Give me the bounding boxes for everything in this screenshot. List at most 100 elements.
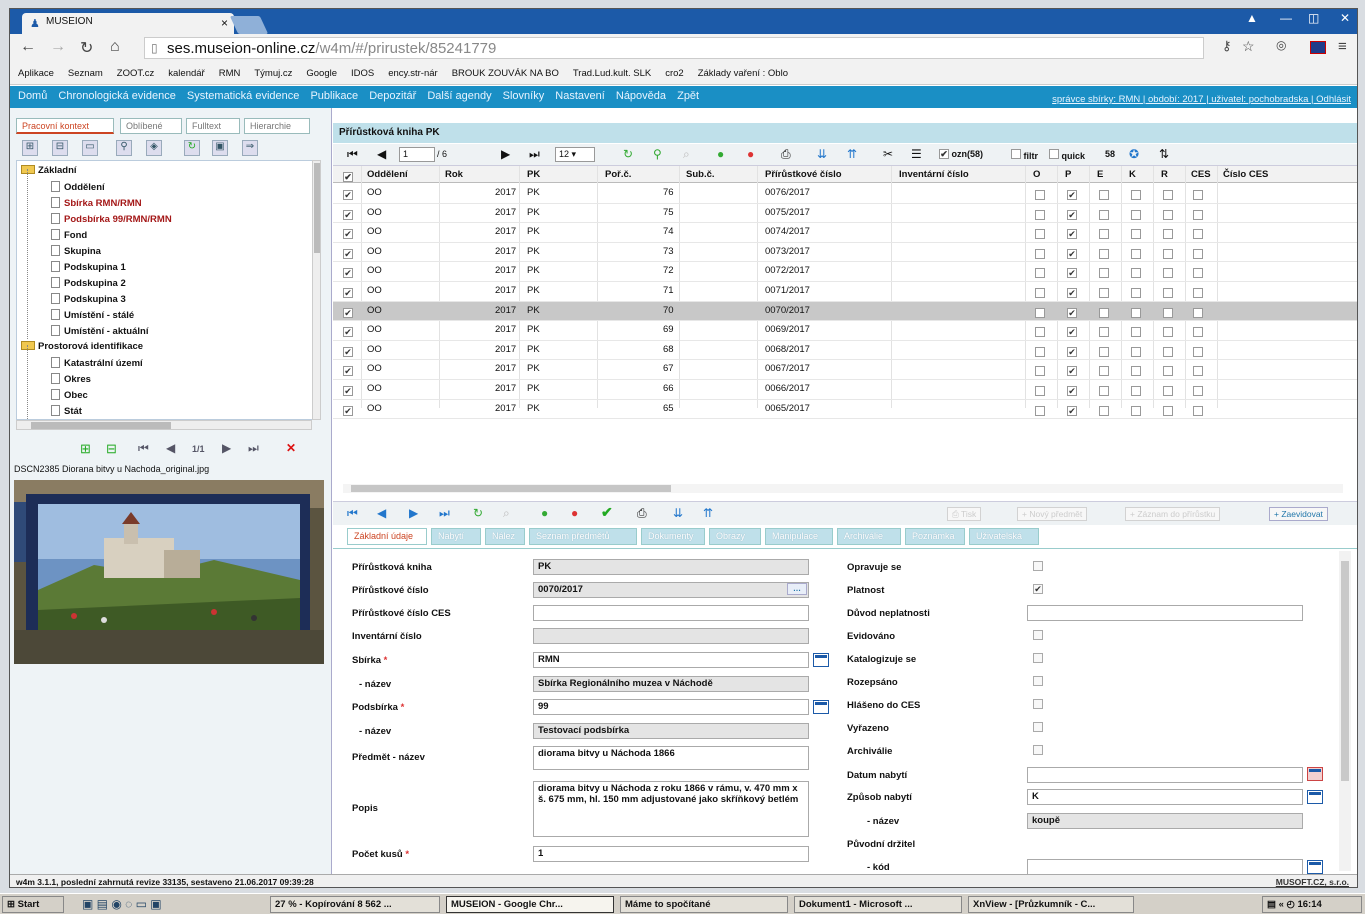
next-page-icon[interactable]: ▶: [501, 147, 510, 161]
delete-image-icon[interactable]: ✕: [286, 441, 296, 455]
tree-node[interactable]: Fond: [51, 229, 87, 241]
tree-node[interactable]: Podsbírka 99/RMN/RMN: [51, 213, 172, 225]
col-oddeleni[interactable]: Oddělení: [367, 169, 408, 180]
form-field[interactable]: Testovací podsbírka: [533, 723, 809, 739]
bookmark-item[interactable]: Seznam: [68, 63, 103, 79]
collapse-icon[interactable]: ⊟: [52, 140, 68, 156]
table-row[interactable]: OO 2017 PK 69 0069/2017: [333, 321, 1357, 341]
taskbar-item-folder[interactable]: Máme to spočítané: [620, 896, 788, 913]
col-o[interactable]: O: [1033, 169, 1040, 180]
form-field[interactable]: [1027, 767, 1303, 783]
menu-item-slovniky[interactable]: Slovníky: [503, 86, 545, 102]
ozn-checkbox[interactable]: [939, 149, 949, 159]
table-row[interactable]: OO 2017 PK 65 0065/2017: [333, 400, 1357, 420]
tree-node[interactable]: Obec: [51, 389, 88, 401]
tree-node[interactable]: Skupina: [51, 245, 101, 257]
maximize-icon[interactable]: ◫: [1308, 11, 1319, 25]
zpusob-picker-icon[interactable]: [1307, 790, 1323, 804]
columns-icon[interactable]: ☰: [911, 147, 922, 161]
menu-item-chronologicka[interactable]: Chronologická evidence: [58, 86, 175, 102]
table-row[interactable]: OO 2017 PK 66 0066/2017: [333, 380, 1357, 400]
menu-icon[interactable]: ≡: [1338, 38, 1347, 55]
profile-icon[interactable]: ▲: [1246, 11, 1258, 25]
col-p[interactable]: P: [1065, 169, 1071, 180]
tree-node[interactable]: Podskupina 2: [51, 277, 126, 289]
user-info[interactable]: správce sbírky: RMN | období: 2017 | uži…: [1052, 90, 1351, 105]
filtr-option[interactable]: filtr: [1011, 149, 1038, 161]
menu-item-publikace[interactable]: Publikace: [310, 86, 358, 102]
zaevidovat-button[interactable]: + Zaevidovat: [1269, 507, 1328, 521]
taskbar-item-copy[interactable]: 27 % - Kopírování 8 562 ...: [270, 896, 440, 913]
detail-tab[interactable]: Nález: [485, 528, 525, 545]
quick-option[interactable]: quick: [1049, 149, 1085, 161]
form-field[interactable]: [1027, 859, 1303, 875]
page-size-select[interactable]: 12 ▾: [555, 147, 595, 162]
menu-item-nastaveni[interactable]: Nastavení: [555, 86, 605, 102]
edit-image-icon[interactable]: ⊟: [106, 441, 117, 457]
detail-next-icon[interactable]: ▶: [409, 506, 418, 520]
add-record-icon[interactable]: ●: [717, 147, 724, 161]
table-row[interactable]: OO 2017 PK 71 0071/2017: [333, 282, 1357, 302]
bookmark-item[interactable]: kalendář: [168, 63, 204, 79]
page-input[interactable]: 1: [399, 147, 435, 162]
filter-grid-icon[interactable]: ⚲: [653, 147, 662, 161]
taskbar-item-xnview[interactable]: XnView - [Průzkumník - C...: [968, 896, 1134, 913]
detail-search-icon[interactable]: ⌕: [503, 506, 510, 521]
tree-node[interactable]: Podskupina 1: [51, 261, 126, 273]
tree-node[interactable]: Katastrální území: [51, 357, 143, 369]
bookmark-item[interactable]: Týmuj.cz: [254, 63, 292, 79]
expand-icon[interactable]: ⊞: [22, 140, 38, 156]
first-page-icon[interactable]: ⏮: [347, 147, 358, 162]
form-checkbox[interactable]: [1033, 584, 1043, 594]
tree-hscrollbar[interactable]: [16, 420, 312, 430]
bookmark-item[interactable]: BROUK ZOUVÁK NA BO: [452, 63, 559, 79]
bookmark-item[interactable]: Google: [306, 63, 337, 79]
next-image-icon[interactable]: ▶: [222, 441, 231, 455]
form-scrollbar[interactable]: [1339, 551, 1351, 871]
table-row[interactable]: OO 2017 PK 68 0068/2017: [333, 341, 1357, 361]
sort-az-icon[interactable]: ⇅: [1159, 147, 1169, 161]
save-icon[interactable]: ▣: [212, 140, 228, 156]
table-row[interactable]: OO 2017 PK 76 0076/2017: [333, 184, 1357, 204]
detail-sort-desc-icon[interactable]: ⇈: [703, 506, 713, 520]
close-tab-icon[interactable]: ×: [221, 16, 228, 30]
bookmark-item[interactable]: Aplikace: [18, 63, 54, 79]
sbirka-picker-icon[interactable]: [813, 653, 829, 667]
form-checkbox[interactable]: [1033, 561, 1043, 571]
form-field[interactable]: PK: [533, 559, 809, 575]
settings-icon[interactable]: ✪: [1129, 147, 1139, 161]
minimize-icon[interactable]: —: [1280, 11, 1292, 25]
tab-fulltext[interactable]: Fulltext: [186, 118, 240, 134]
print-icon[interactable]: ⎙: [781, 147, 791, 162]
quicklaunch-icons[interactable]: ▣ ▤ ◉ ◌ ▭ ▣: [82, 897, 162, 911]
tab-hierarchie[interactable]: Hierarchie: [244, 118, 310, 134]
reload-icon[interactable]: ↻: [80, 38, 93, 58]
detail-tab[interactable]: Seznam předmětů: [529, 528, 637, 545]
form-field[interactable]: 1: [533, 846, 809, 862]
bookmark-item[interactable]: ZOOT.cz: [117, 63, 154, 79]
podsbirka-picker-icon[interactable]: [813, 700, 829, 714]
form-field[interactable]: diorama bitvy u Náchoda 1866: [533, 746, 809, 770]
zaznam-do-prirustku-button[interactable]: + Záznam do přírůstku: [1125, 507, 1221, 521]
export-icon[interactable]: ⇒: [242, 140, 258, 156]
form-checkbox[interactable]: [1033, 676, 1043, 686]
calendar-icon[interactable]: [1307, 767, 1323, 781]
uk-flag-icon[interactable]: [1310, 41, 1326, 54]
col-pk[interactable]: PK: [527, 169, 540, 180]
filter-icon[interactable]: ⚲: [116, 140, 132, 156]
filtr-checkbox[interactable]: [1011, 149, 1021, 159]
object-photo[interactable]: [14, 480, 324, 664]
url-input[interactable]: ▯ ses.museion-online.cz/w4m/#/prirustek/…: [144, 37, 1204, 59]
form-field[interactable]: [1027, 605, 1303, 621]
menu-item-napoveda[interactable]: Nápověda: [616, 86, 666, 102]
detail-tab[interactable]: Uživatelská: [969, 528, 1039, 545]
tag-icon[interactable]: ◈: [146, 140, 162, 156]
detail-last-icon[interactable]: ⏭: [439, 506, 450, 521]
tisk-button[interactable]: ⎙ Tisk: [947, 507, 982, 521]
refresh-icon[interactable]: ↻: [184, 140, 200, 156]
form-field[interactable]: Sbírka Regionálního muzea v Náchodě: [533, 676, 809, 692]
close-window-icon[interactable]: ✕: [1340, 11, 1350, 25]
tree-scrollbar[interactable]: [312, 160, 321, 420]
bookmark-item[interactable]: ency.str-nár: [388, 63, 437, 79]
table-row[interactable]: OO 2017 PK 67 0067/2017: [333, 360, 1357, 380]
